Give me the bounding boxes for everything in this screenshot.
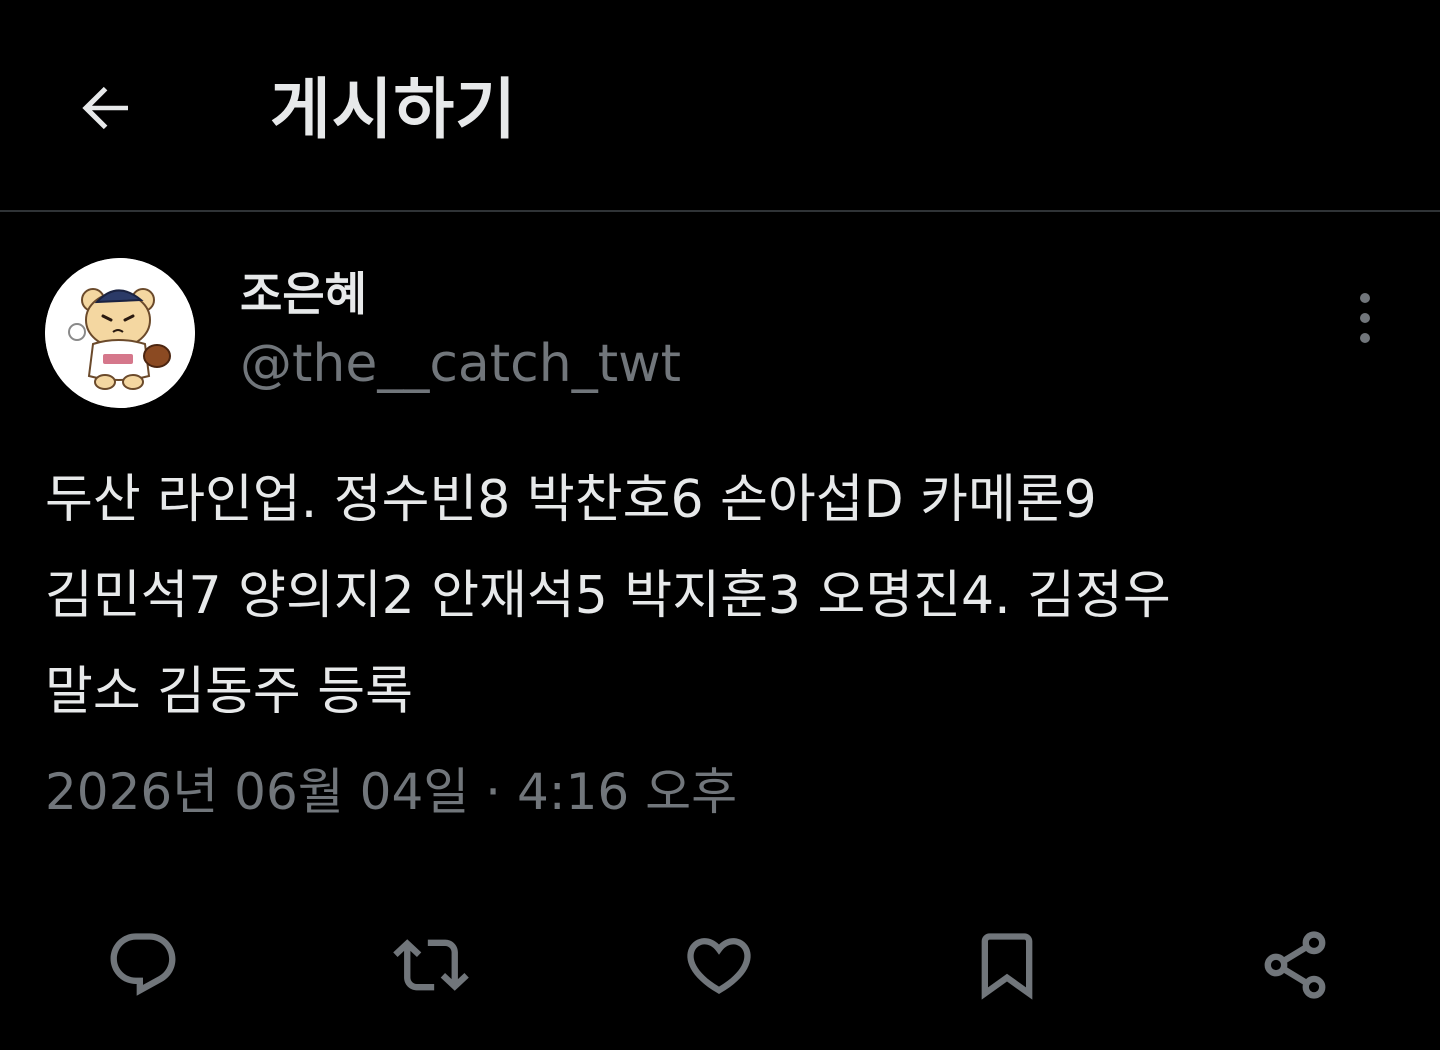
- bear-baseball-mascot-avatar: [45, 258, 195, 408]
- page-title: 게시하기: [270, 71, 517, 148]
- avatar[interactable]: [45, 258, 195, 408]
- more-options-button[interactable]: [1335, 285, 1395, 351]
- like-button[interactable]: [674, 920, 764, 1010]
- more-vertical-icon: [1360, 293, 1370, 343]
- share-icon: [1264, 931, 1326, 999]
- post-timestamp[interactable]: 2026년 06월 04일 · 4:16 오후: [45, 760, 737, 824]
- reply-button[interactable]: [98, 920, 188, 1010]
- heart-icon: [687, 938, 751, 995]
- top-bar: 게시하기: [0, 0, 1440, 212]
- repost-button[interactable]: [386, 920, 476, 1010]
- bookmark-icon: [981, 933, 1033, 1000]
- author-handle[interactable]: @the__catch_twt: [240, 332, 681, 396]
- reply-icon: [110, 933, 176, 996]
- author-display-name[interactable]: 조은혜: [240, 264, 367, 324]
- post-text: 두산 라인업. 정수빈8 박찬호6 손아섭D 카메론9 김민석7 양의지2 안재…: [45, 470, 1171, 722]
- action-bar: [0, 920, 1440, 1010]
- share-button[interactable]: [1250, 920, 1340, 1010]
- back-button[interactable]: [62, 64, 150, 152]
- bookmark-button[interactable]: [962, 920, 1052, 1010]
- repost-icon: [393, 939, 469, 991]
- arrow-left-icon: [82, 86, 128, 130]
